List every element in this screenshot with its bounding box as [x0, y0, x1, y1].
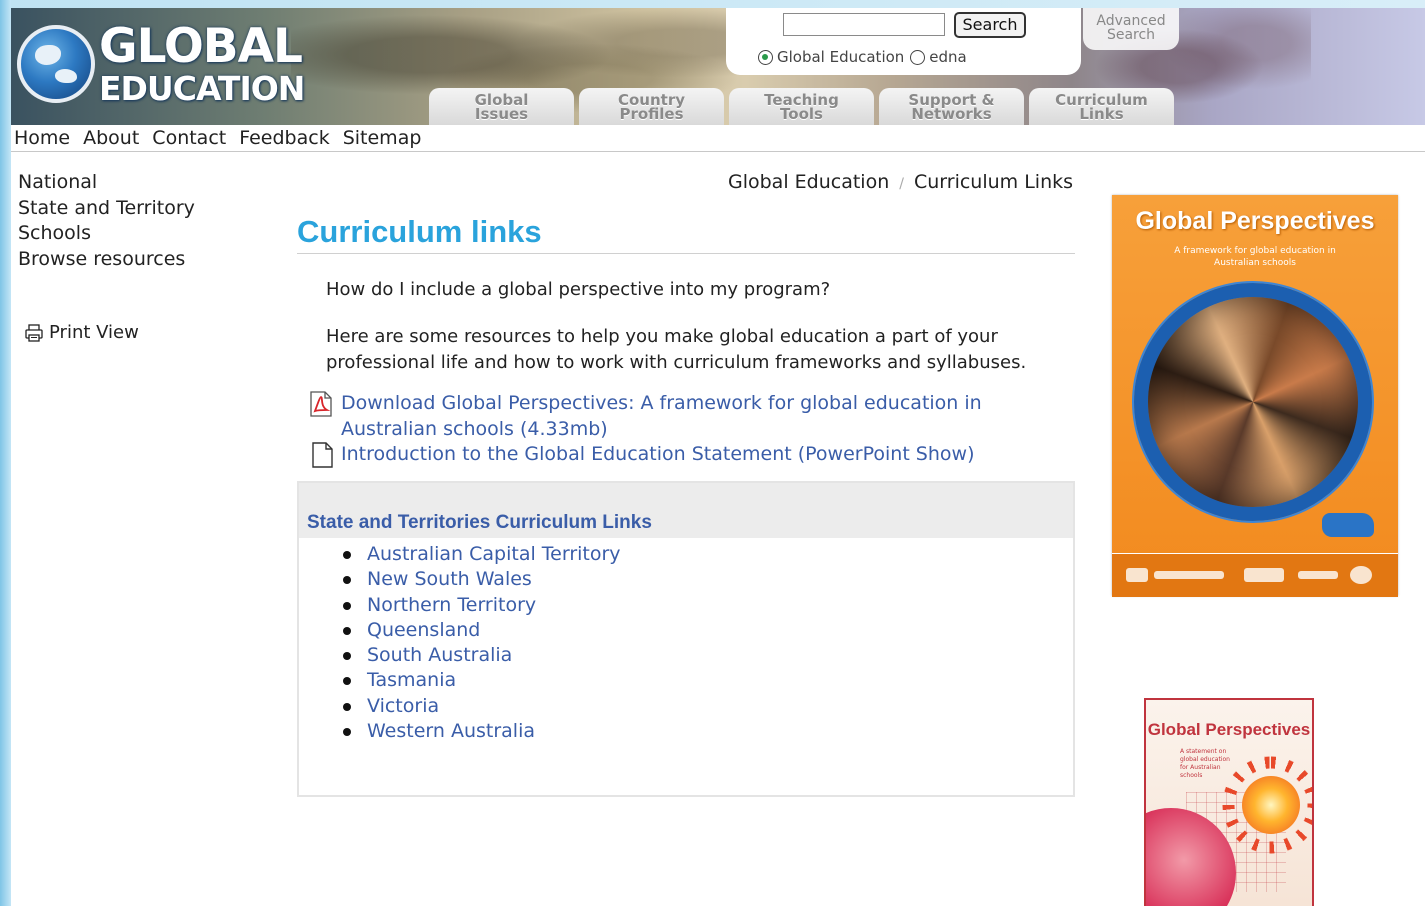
window-frame-top [0, 0, 1425, 8]
tab-global-issues[interactable]: Global Issues [429, 88, 574, 125]
sun-icon [1242, 776, 1300, 834]
radio-edna[interactable] [910, 49, 926, 65]
page-title: Curriculum links [297, 214, 542, 249]
tab-country-profiles[interactable]: Country Profiles [579, 88, 724, 125]
sidebar-item-schools[interactable]: Schools [18, 221, 195, 247]
sidebar-item-state-territory[interactable]: State and Territory [18, 196, 195, 222]
tab-support-networks[interactable]: Support & Networks [879, 88, 1024, 125]
curriculum-box-title: State and Territories Curriculum Links [307, 512, 652, 533]
tab-label: Issues [474, 105, 529, 123]
global-perspectives-statement-cover[interactable]: Global Perspectives A statement on globa… [1144, 698, 1314, 906]
sidebar: National State and Territory Schools Bro… [18, 170, 195, 272]
cover1-footer-logos [1112, 553, 1398, 597]
cover1-title: Global Perspectives [1135, 207, 1375, 235]
radio-global-education[interactable] [758, 49, 773, 65]
global-perspectives-framework-cover[interactable]: Global Perspectives A framework for glob… [1112, 195, 1398, 597]
state-link-tas[interactable]: Tasmania [343, 668, 621, 693]
print-view-label: Print View [49, 322, 139, 343]
sidebar-item-national[interactable]: National [18, 170, 195, 196]
logo-line2: EDUCATION [99, 69, 305, 108]
advanced-search-line2: Search [1106, 27, 1156, 43]
search-button[interactable]: Search [954, 12, 1026, 38]
nav-home[interactable]: Home [14, 127, 70, 149]
state-links-list: Australian Capital Territory New South W… [343, 542, 621, 744]
state-link-vic[interactable]: Victoria [343, 694, 621, 719]
intro-statement-link[interactable]: Introduction to the Global Education Sta… [341, 442, 975, 468]
sidebar-item-browse-resources[interactable]: Browse resources [18, 247, 195, 273]
curriculum-box-header: State and Territories Curriculum Links [299, 483, 1073, 538]
tab-curriculum-links[interactable]: Curriculum Links [1029, 88, 1174, 125]
breadcrumb-item-home[interactable]: Global Education [728, 171, 889, 193]
site-logo[interactable]: GLOBAL EDUCATION [99, 19, 305, 108]
nav-contact[interactable]: Contact [152, 127, 226, 149]
state-link-nt[interactable]: Northern Territory [343, 593, 621, 618]
curriculum-links-box: State and Territories Curriculum Links A… [297, 481, 1075, 797]
cover2-title: Global Perspectives [1147, 720, 1311, 739]
tab-label: Profiles [619, 105, 684, 123]
cover-globe-image [1134, 283, 1372, 521]
state-link-act[interactable]: Australian Capital Territory [343, 542, 621, 567]
state-link-wa[interactable]: Western Australia [343, 719, 621, 744]
logo-line1: GLOBAL [99, 19, 303, 74]
tab-label: Links [1079, 105, 1124, 123]
breadcrumb: Global Education / Curriculum Links [728, 171, 1073, 193]
advanced-search-link[interactable]: Advanced Search [1083, 8, 1179, 50]
nav-sitemap[interactable]: Sitemap [343, 127, 422, 149]
header-banner: GLOBAL EDUCATION Search Global Education… [11, 8, 1425, 125]
radio-edna-label[interactable]: edna [929, 48, 966, 66]
top-nav: Home About Contact Feedback Sitemap [11, 125, 1425, 152]
intro-question: How do I include a global perspective in… [326, 279, 831, 300]
search-panel: Search Global Education edna [726, 8, 1081, 75]
pdf-icon [310, 391, 332, 417]
download-item: Introduction to the Global Education Sta… [311, 442, 1071, 468]
tab-label: Tools [780, 105, 823, 123]
download-item: Download Global Perspectives: A framewor… [307, 391, 1067, 442]
breadcrumb-item-current: Curriculum Links [913, 171, 1074, 193]
search-scope: Global Education edna [758, 48, 973, 66]
window-frame-left [0, 0, 11, 906]
state-link-qld[interactable]: Queensland [343, 618, 621, 643]
state-link-nsw[interactable]: New South Wales [343, 567, 621, 592]
printer-icon [25, 323, 43, 342]
state-link-sa[interactable]: South Australia [343, 643, 621, 668]
globe-logo-icon[interactable] [17, 25, 95, 103]
download-framework-link[interactable]: Download Global Perspectives: A framewor… [341, 391, 1067, 442]
tab-label: Networks [911, 105, 992, 123]
intro-paragraph: Here are some resources to help you make… [326, 326, 1027, 373]
tab-teaching-tools[interactable]: Teaching Tools [729, 88, 874, 125]
title-divider [297, 253, 1075, 254]
breadcrumb-separator-icon: / [899, 176, 904, 192]
puzzle-piece-icon [1322, 513, 1374, 537]
cover1-subtitle: A framework for global education in Aust… [1174, 246, 1336, 268]
radio-global-education-label[interactable]: Global Education [777, 48, 904, 66]
document-icon [312, 442, 333, 468]
print-view-link[interactable]: Print View [25, 322, 139, 343]
main-tabs: Global Issues Country Profiles Teaching … [429, 88, 1179, 125]
nav-about[interactable]: About [83, 127, 139, 149]
nav-feedback[interactable]: Feedback [239, 127, 329, 149]
search-input[interactable] [783, 13, 945, 36]
